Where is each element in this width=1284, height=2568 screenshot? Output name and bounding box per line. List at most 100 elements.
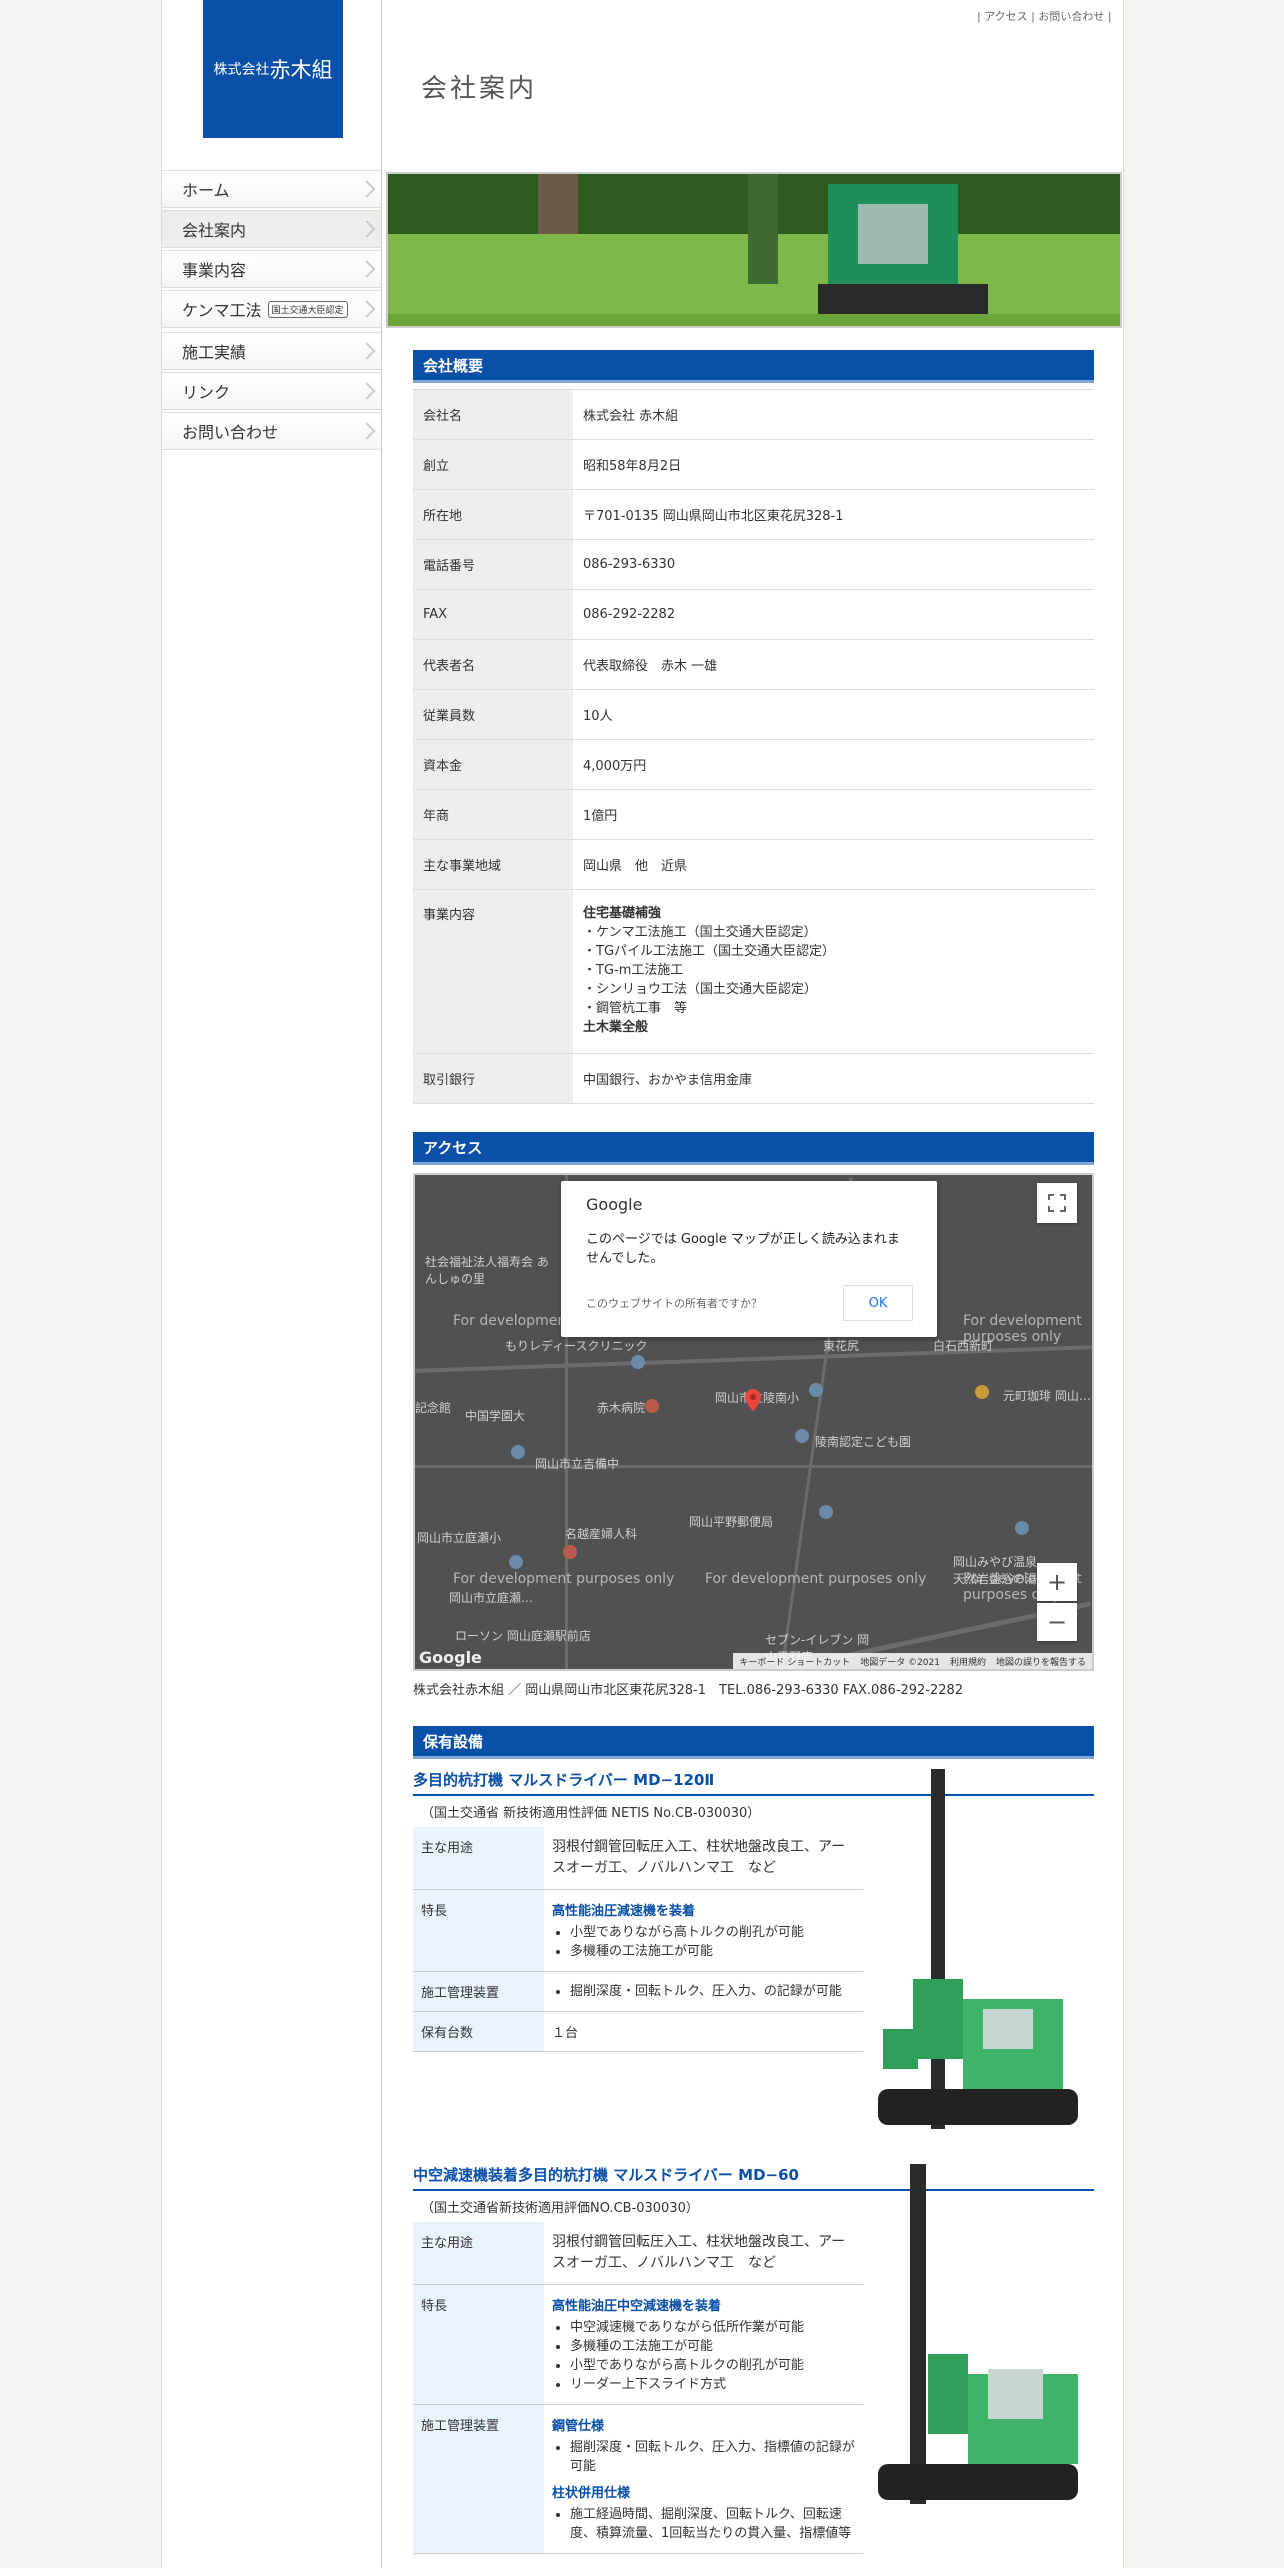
feature-list: 小型でありながら高トルクの削孔が可能 多機種の工法施工が可能 bbox=[552, 1923, 855, 1961]
spec-value: 高性能油圧減速機を装着 小型でありながら高トルクの削孔が可能 多機種の工法施工が… bbox=[544, 1889, 863, 1972]
nav-item-links[interactable]: リンク bbox=[162, 372, 381, 410]
report-error-link[interactable]: 地図の誤りを報告する bbox=[996, 1655, 1086, 1668]
keyboard-shortcuts-link[interactable]: キーボード ショートカット bbox=[739, 1655, 850, 1668]
equipment-heading: 保有設備 bbox=[413, 1726, 1094, 1759]
spec-key: 施工管理装置 bbox=[413, 2404, 544, 2554]
table-row: 代表者名 代表取締役 赤木 一雄 bbox=[413, 639, 1094, 690]
row-value: 代表取締役 赤木 一雄 bbox=[573, 639, 1094, 690]
map-label: 中国学園大 bbox=[465, 1409, 526, 1423]
dev-watermark: For development purposes only bbox=[453, 1571, 675, 1587]
row-value: 086-292-2282 bbox=[573, 589, 1094, 640]
table-row: 取引銀行 中国銀行、おかやま信用金庫 bbox=[413, 1053, 1094, 1104]
feature-item: 多機種の工法施工が可能 bbox=[570, 1942, 855, 1961]
zoom-out-button[interactable]: − bbox=[1037, 1603, 1077, 1641]
feature-item: 中空減速機でありながら低所作業が可能 bbox=[570, 2318, 855, 2337]
row-key: 事業内容 bbox=[413, 889, 573, 1054]
spec-value: 羽根付鋼管回転圧入工、柱状地盤改良工、アースオーガ工、ノバルハンマ工 など bbox=[544, 2222, 863, 2285]
map-poi-icon bbox=[795, 1429, 809, 1443]
control-item: 施工経過時間、掘削深度、回転トルク、回転速度、積算流量、1回転当たりの貫入量、指… bbox=[570, 2505, 855, 2543]
spec-value: 鋼管仕様 掘削深度・回転トルク、圧入力、指標値の記録が可能 柱状併用仕様 施工経… bbox=[544, 2404, 863, 2554]
feature-list: 中空減速機でありながら低所作業が可能 多機種の工法施工が可能 小型でありながら高… bbox=[552, 2318, 855, 2394]
feature-item: 小型でありながら高トルクの削孔が可能 bbox=[570, 2356, 855, 2375]
equipment-spec-table: 主な用途 羽根付鋼管回転圧入工、柱状地盤改良工、アースオーガ工、ノバルハンマ工 な… bbox=[413, 2222, 863, 2554]
nav-item-contact[interactable]: お問い合わせ bbox=[162, 412, 381, 450]
row-value: 昭和58年8月2日 bbox=[573, 439, 1094, 490]
dev-watermark: For development purposes only bbox=[705, 1571, 927, 1587]
map-label: 名越産婦人科 bbox=[565, 1527, 638, 1541]
nav-item-company[interactable]: 会社案内 bbox=[162, 210, 381, 248]
row-key: 創立 bbox=[413, 439, 573, 490]
row-key: FAX bbox=[413, 589, 573, 640]
ok-button[interactable]: OK bbox=[843, 1285, 913, 1321]
map-road bbox=[415, 1465, 1092, 1468]
row-key: 主な事業地域 bbox=[413, 839, 573, 890]
feature-title: 高性能油圧減速機を装着 bbox=[552, 1904, 696, 1919]
map-poi-icon bbox=[509, 1555, 523, 1569]
company-overview-heading: 会社概要 bbox=[413, 350, 1094, 383]
spec-value: １台 bbox=[544, 2011, 863, 2052]
row-value: 086-293-6330 bbox=[573, 539, 1094, 590]
fullscreen-button[interactable] bbox=[1037, 1183, 1077, 1223]
main-content: 会社概要 会社名 株式会社 赤木組 創立 昭和58年8月2日 所在地 〒701-013… bbox=[413, 350, 1094, 2554]
map-label: 記念館 bbox=[415, 1401, 452, 1415]
chevron-right-icon bbox=[365, 259, 375, 279]
map-poi-icon bbox=[631, 1355, 645, 1369]
spec-key: 主な用途 bbox=[413, 1827, 544, 1890]
row-key: 会社名 bbox=[413, 389, 573, 440]
map-error-dialog: Google このページでは Google マップが正しく読み込まれませんでした… bbox=[561, 1181, 937, 1337]
nav-item-kenma[interactable]: ケンマ工法 国土交通大臣認定 bbox=[162, 290, 381, 328]
row-value: 4,000万円 bbox=[573, 739, 1094, 790]
google-map[interactable]: For development purposes only For develo… bbox=[413, 1173, 1094, 1671]
table-row: 所在地 〒701-0135 岡山県岡山市北区東花尻328-1 bbox=[413, 489, 1094, 540]
access-heading: アクセス bbox=[413, 1132, 1094, 1165]
row-key: 代表者名 bbox=[413, 639, 573, 690]
nav-item-home[interactable]: ホーム bbox=[162, 170, 381, 208]
google-wordmark: Google bbox=[586, 1195, 643, 1214]
table-row: 従業員数 10人 bbox=[413, 689, 1094, 740]
spec-key: 保有台数 bbox=[413, 2011, 544, 2052]
equipment-item: 多目的杭打機 マルスドライバー MD−120Ⅱ （国土交通省 新技術適用性評価 … bbox=[413, 1767, 1094, 2129]
spec-row: 主な用途 羽根付鋼管回転圧入工、柱状地盤改良工、アースオーガ工、ノバルハンマ工 な… bbox=[413, 1827, 863, 1890]
nav-item-label: 会社案内 bbox=[182, 221, 247, 240]
chevron-right-icon bbox=[365, 341, 375, 361]
banner-image bbox=[386, 172, 1122, 328]
terms-link[interactable]: 利用規約 bbox=[950, 1655, 986, 1668]
feature-title: 高性能油圧中空減速機を装着 bbox=[552, 2299, 722, 2314]
map-label: 元町珈琲 岡山… bbox=[1003, 1389, 1091, 1403]
map-label: ローソン 岡山庭瀬駅前店 bbox=[455, 1629, 591, 1643]
map-label: 白石西新町 bbox=[933, 1339, 994, 1353]
chevron-right-icon bbox=[365, 421, 375, 441]
map-poi-icon bbox=[511, 1445, 525, 1459]
equipment-item: 中空減速機装着多目的杭打機 マルスドライバー MD−60 （国土交通省新技術適用… bbox=[413, 2162, 1094, 2554]
zoom-in-button[interactable]: + bbox=[1037, 1563, 1077, 1601]
company-logo[interactable]: 株式会社 赤木組 bbox=[203, 0, 343, 138]
map-label: 岡山市立庭瀬小 bbox=[417, 1531, 502, 1545]
map-label: 岡山みやび温泉 天然岩盤浴の湯 bbox=[953, 1555, 1038, 1586]
nav-item-label: リンク bbox=[182, 383, 231, 402]
control-item: 掘削深度・回転トルク、圧入力、指標値の記録が可能 bbox=[570, 2438, 855, 2476]
spec-key: 施工管理装置 bbox=[413, 1971, 544, 2012]
business-detail: 住宅基礎補強 ・ケンマ工法施工（国土交通大臣認定） ・TGパイル工法施工（国土交… bbox=[573, 889, 1094, 1054]
page-container: 株式会社 赤木組 ホーム 会社案内 事業内容 ケンマ工法 国土交通大臣認定 施工実… bbox=[161, 0, 1124, 2568]
row-value: 岡山県 他 近県 bbox=[573, 839, 1094, 890]
nav-item-business[interactable]: 事業内容 bbox=[162, 250, 381, 288]
map-poi-icon bbox=[819, 1505, 833, 1519]
nav-item-label: 施工実績 bbox=[182, 343, 247, 362]
access-link[interactable]: アクセス bbox=[984, 10, 1027, 23]
row-value: 中国銀行、おかやま信用金庫 bbox=[573, 1053, 1094, 1104]
spec-value: 高性能油圧中空減速機を装着 中空減速機でありながら低所作業が可能 多機種の工法施… bbox=[544, 2284, 863, 2405]
owner-link[interactable]: このウェブサイトの所有者ですか？ bbox=[586, 1295, 762, 1311]
fullscreen-icon bbox=[1048, 1194, 1066, 1212]
spec-row: 施工管理装置 鋼管仕様 掘削深度・回転トルク、圧入力、指標値の記録が可能 柱状併… bbox=[413, 2404, 863, 2554]
control-title: 柱状併用仕様 bbox=[552, 2486, 631, 2501]
location-pin-icon[interactable] bbox=[745, 1389, 761, 1411]
row-value: 〒701-0135 岡山県岡山市北区東花尻328-1 bbox=[573, 489, 1094, 540]
row-key: 電話番号 bbox=[413, 539, 573, 590]
business-footer: 土木業全般 bbox=[583, 1020, 649, 1035]
control-list: 施工経過時間、掘削深度、回転トルク、回転速度、積算流量、1回転当たりの貫入量、指… bbox=[552, 2505, 855, 2543]
pile-driver-machine-image bbox=[878, 1769, 1078, 2129]
table-row: 年商 1億円 bbox=[413, 789, 1094, 840]
row-key: 年商 bbox=[413, 789, 573, 840]
nav-item-works[interactable]: 施工実績 bbox=[162, 332, 381, 370]
contact-link[interactable]: お問い合わせ bbox=[1038, 10, 1104, 23]
